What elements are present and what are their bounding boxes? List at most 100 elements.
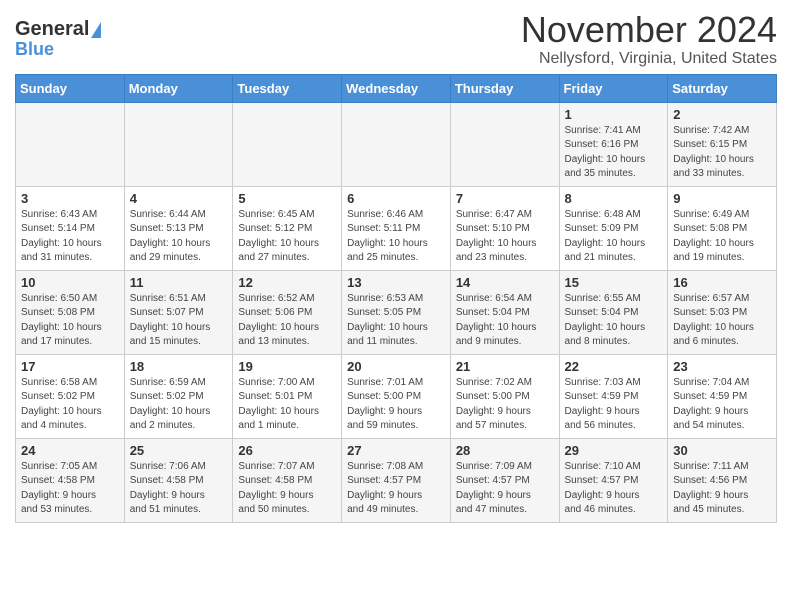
week-row-4: 17 Sunrise: 6:58 AM Sunset: 5:02 PM Dayli… [16, 354, 777, 438]
day-info: Sunrise: 7:41 AM Sunset: 6:16 PM Dayligh… [565, 124, 663, 182]
day-cell: 6 Sunrise: 6:46 AM Sunset: 5:11 PM Daylig… [342, 186, 451, 270]
day-info: Sunrise: 7:07 AM Sunset: 4:58 PM Dayligh… [238, 460, 336, 518]
day-cell: 22 Sunrise: 7:03 AM Sunset: 4:59 PM Dayli… [559, 354, 668, 438]
day-cell: 29 Sunrise: 7:10 AM Sunset: 4:57 PM Dayli… [559, 438, 668, 522]
day-info: Sunrise: 6:52 AM Sunset: 5:06 PM Dayligh… [238, 292, 336, 350]
day-cell: 12Sunrise: 6:52 AM Sunset: 5:06 PM Dayli… [233, 270, 342, 354]
day-cell: 4 Sunrise: 6:44 AM Sunset: 5:13 PM Daylig… [124, 186, 233, 270]
day-cell: 11Sunrise: 6:51 AM Sunset: 5:07 PM Dayli… [124, 270, 233, 354]
day-number: 7 [456, 191, 554, 206]
day-info: Sunrise: 6:57 AM Sunset: 5:03 PM Dayligh… [673, 292, 771, 350]
day-cell [16, 102, 125, 186]
day-info: Sunrise: 7:04 AM Sunset: 4:59 PM Dayligh… [673, 376, 771, 434]
day-cell: 10Sunrise: 6:50 AM Sunset: 5:08 PM Dayli… [16, 270, 125, 354]
day-cell: 30 Sunrise: 7:11 AM Sunset: 4:56 PM Dayli… [668, 438, 777, 522]
month-title: November 2024 [521, 10, 777, 50]
day-cell: 28Sunrise: 7:09 AM Sunset: 4:57 PM Dayli… [450, 438, 559, 522]
day-number: 21 [456, 359, 554, 374]
day-cell: 26 Sunrise: 7:07 AM Sunset: 4:58 PM Dayli… [233, 438, 342, 522]
day-info: Sunrise: 7:01 AM Sunset: 5:00 PM Dayligh… [347, 376, 445, 434]
day-info: Sunrise: 6:59 AM Sunset: 5:02 PM Dayligh… [130, 376, 228, 434]
day-number: 3 [21, 191, 119, 206]
location-title: Nellysford, Virginia, United States [521, 50, 777, 68]
logo-icon [91, 22, 101, 38]
logo-blue-text: Blue [15, 39, 54, 59]
day-cell: 9 Sunrise: 6:49 AM Sunset: 5:08 PM Daylig… [668, 186, 777, 270]
day-number: 14 [456, 275, 554, 290]
day-number: 18 [130, 359, 228, 374]
day-info: Sunrise: 6:48 AM Sunset: 5:09 PM Dayligh… [565, 208, 663, 266]
logo-text: General [15, 18, 101, 40]
day-number: 30 [673, 443, 771, 458]
day-number: 11 [130, 275, 228, 290]
day-info: Sunrise: 7:02 AM Sunset: 5:00 PM Dayligh… [456, 376, 554, 434]
day-number: 9 [673, 191, 771, 206]
day-number: 17 [21, 359, 119, 374]
day-cell: 7 Sunrise: 6:47 AM Sunset: 5:10 PM Daylig… [450, 186, 559, 270]
day-info: Sunrise: 6:43 AM Sunset: 5:14 PM Dayligh… [21, 208, 119, 266]
day-number: 8 [565, 191, 663, 206]
day-number: 23 [673, 359, 771, 374]
day-info: Sunrise: 7:05 AM Sunset: 4:58 PM Dayligh… [21, 460, 119, 518]
day-info: Sunrise: 7:42 AM Sunset: 6:15 PM Dayligh… [673, 124, 771, 182]
day-cell: 15 Sunrise: 6:55 AM Sunset: 5:04 PM Dayli… [559, 270, 668, 354]
day-cell: 3 Sunrise: 6:43 AM Sunset: 5:14 PM Daylig… [16, 186, 125, 270]
week-row-5: 24 Sunrise: 7:05 AM Sunset: 4:58 PM Dayli… [16, 438, 777, 522]
header-cell-tuesday: Tuesday [233, 74, 342, 102]
title-block: November 2024 Nellysford, Virginia, Unit… [521, 10, 777, 68]
day-info: Sunrise: 7:06 AM Sunset: 4:58 PM Dayligh… [130, 460, 228, 518]
day-number: 4 [130, 191, 228, 206]
header-cell-friday: Friday [559, 74, 668, 102]
day-number: 1 [565, 107, 663, 122]
day-info: Sunrise: 7:08 AM Sunset: 4:57 PM Dayligh… [347, 460, 445, 518]
day-info: Sunrise: 6:53 AM Sunset: 5:05 PM Dayligh… [347, 292, 445, 350]
day-info: Sunrise: 7:03 AM Sunset: 4:59 PM Dayligh… [565, 376, 663, 434]
day-cell: 27 Sunrise: 7:08 AM Sunset: 4:57 PM Dayli… [342, 438, 451, 522]
day-cell [450, 102, 559, 186]
day-info: Sunrise: 7:11 AM Sunset: 4:56 PM Dayligh… [673, 460, 771, 518]
day-cell: 24 Sunrise: 7:05 AM Sunset: 4:58 PM Dayli… [16, 438, 125, 522]
day-number: 26 [238, 443, 336, 458]
header-cell-thursday: Thursday [450, 74, 559, 102]
day-info: Sunrise: 7:00 AM Sunset: 5:01 PM Dayligh… [238, 376, 336, 434]
day-cell [342, 102, 451, 186]
day-cell: 18 Sunrise: 6:59 AM Sunset: 5:02 PM Dayli… [124, 354, 233, 438]
day-cell: 8 Sunrise: 6:48 AM Sunset: 5:09 PM Daylig… [559, 186, 668, 270]
day-info: Sunrise: 6:50 AM Sunset: 5:08 PM Dayligh… [21, 292, 119, 350]
day-info: Sunrise: 6:47 AM Sunset: 5:10 PM Dayligh… [456, 208, 554, 266]
day-info: Sunrise: 6:54 AM Sunset: 5:04 PM Dayligh… [456, 292, 554, 350]
day-cell: 2 Sunrise: 7:42 AM Sunset: 6:15 PM Daylig… [668, 102, 777, 186]
day-number: 2 [673, 107, 771, 122]
day-number: 24 [21, 443, 119, 458]
calendar-table: SundayMondayTuesdayWednesdayThursdayFrid… [15, 74, 777, 523]
day-info: Sunrise: 6:46 AM Sunset: 5:11 PM Dayligh… [347, 208, 445, 266]
day-number: 27 [347, 443, 445, 458]
day-number: 22 [565, 359, 663, 374]
day-cell: 19Sunrise: 7:00 AM Sunset: 5:01 PM Dayli… [233, 354, 342, 438]
day-info: Sunrise: 7:10 AM Sunset: 4:57 PM Dayligh… [565, 460, 663, 518]
header-row: SundayMondayTuesdayWednesdayThursdayFrid… [16, 74, 777, 102]
day-info: Sunrise: 6:45 AM Sunset: 5:12 PM Dayligh… [238, 208, 336, 266]
day-info: Sunrise: 6:49 AM Sunset: 5:08 PM Dayligh… [673, 208, 771, 266]
day-cell: 16Sunrise: 6:57 AM Sunset: 5:03 PM Dayli… [668, 270, 777, 354]
day-cell: 13 Sunrise: 6:53 AM Sunset: 5:05 PM Dayli… [342, 270, 451, 354]
day-cell: 25Sunrise: 7:06 AM Sunset: 4:58 PM Dayli… [124, 438, 233, 522]
header-cell-wednesday: Wednesday [342, 74, 451, 102]
day-cell: 5Sunrise: 6:45 AM Sunset: 5:12 PM Daylig… [233, 186, 342, 270]
page-header: General Blue November 2024 Nellysford, V… [15, 10, 777, 68]
header-cell-monday: Monday [124, 74, 233, 102]
day-info: Sunrise: 6:58 AM Sunset: 5:02 PM Dayligh… [21, 376, 119, 434]
day-number: 6 [347, 191, 445, 206]
day-cell: 1 Sunrise: 7:41 AM Sunset: 6:16 PM Daylig… [559, 102, 668, 186]
week-row-1: 1 Sunrise: 7:41 AM Sunset: 6:16 PM Daylig… [16, 102, 777, 186]
day-cell: 21 Sunrise: 7:02 AM Sunset: 5:00 PM Dayli… [450, 354, 559, 438]
day-info: Sunrise: 6:55 AM Sunset: 5:04 PM Dayligh… [565, 292, 663, 350]
week-row-2: 3 Sunrise: 6:43 AM Sunset: 5:14 PM Daylig… [16, 186, 777, 270]
day-number: 29 [565, 443, 663, 458]
day-info: Sunrise: 6:44 AM Sunset: 5:13 PM Dayligh… [130, 208, 228, 266]
day-number: 15 [565, 275, 663, 290]
day-info: Sunrise: 7:09 AM Sunset: 4:57 PM Dayligh… [456, 460, 554, 518]
day-number: 13 [347, 275, 445, 290]
day-cell: 14 Sunrise: 6:54 AM Sunset: 5:04 PM Dayli… [450, 270, 559, 354]
week-row-3: 10Sunrise: 6:50 AM Sunset: 5:08 PM Dayli… [16, 270, 777, 354]
